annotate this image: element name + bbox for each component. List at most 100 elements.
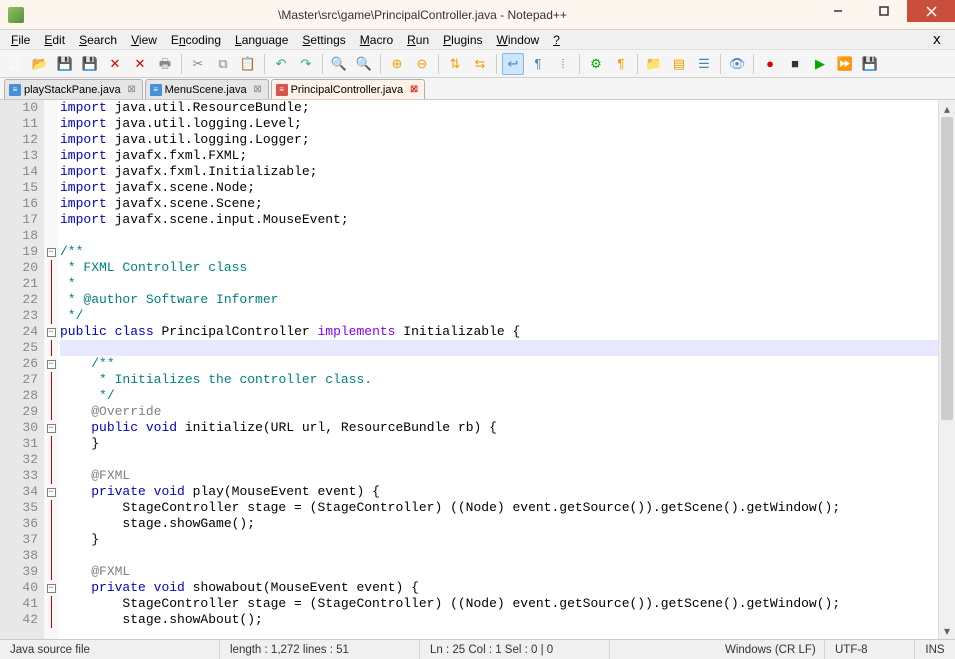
indent-guide-icon[interactable]: ⦙ <box>552 53 574 75</box>
code-line[interactable]: import javafx.scene.input.MouseEvent; <box>60 212 955 228</box>
code-line[interactable]: public void initialize(URL url, Resource… <box>60 420 955 436</box>
code-line[interactable]: import javafx.scene.Scene; <box>60 196 955 212</box>
code-line[interactable] <box>60 452 955 468</box>
menu-plugins[interactable]: Plugins <box>436 31 489 49</box>
zoom-in-icon[interactable]: ⊕ <box>386 53 408 75</box>
save-all-icon[interactable]: 💾 <box>79 53 101 75</box>
show-all-icon[interactable]: ¶ <box>527 53 549 75</box>
code-line[interactable]: /** <box>60 356 955 372</box>
scroll-down-icon[interactable]: ▾ <box>939 622 955 639</box>
code-line[interactable]: import java.util.ResourceBundle; <box>60 100 955 116</box>
fold-toggle-icon[interactable]: − <box>44 324 58 340</box>
print-icon[interactable]: 🖶 <box>154 53 176 75</box>
tab-playstackpane-java[interactable]: ≡playStackPane.java⊠ <box>4 79 143 99</box>
code-line[interactable]: import java.util.logging.Level; <box>60 116 955 132</box>
sync-v-icon[interactable]: ⇅ <box>444 53 466 75</box>
wrap-icon[interactable]: ↩ <box>502 53 524 75</box>
doc-map-icon[interactable]: ▤ <box>668 53 690 75</box>
line-number: 30 <box>0 420 42 436</box>
tab-close-icon[interactable]: ⊠ <box>252 84 264 96</box>
code-line[interactable] <box>60 228 955 244</box>
code-line[interactable]: import java.util.logging.Logger; <box>60 132 955 148</box>
code-line[interactable]: import javafx.scene.Node; <box>60 180 955 196</box>
code-line[interactable]: public class PrincipalController impleme… <box>60 324 955 340</box>
new-icon[interactable]: ◻ <box>4 53 26 75</box>
code-line[interactable]: /** <box>60 244 955 260</box>
menu-settings[interactable]: Settings <box>295 31 352 49</box>
code-line[interactable] <box>60 340 955 356</box>
sync-h-icon[interactable]: ⇆ <box>469 53 491 75</box>
tab-principalcontroller-java[interactable]: ≡PrincipalController.java⊠ <box>271 79 426 99</box>
tab-menuscene-java[interactable]: ≡MenuScene.java⊠ <box>145 79 269 99</box>
menu-edit[interactable]: Edit <box>37 31 72 49</box>
close-window-button[interactable] <box>907 0 955 22</box>
zoom-out-icon[interactable]: ⊖ <box>411 53 433 75</box>
code-line[interactable]: private void showabout(MouseEvent event)… <box>60 580 955 596</box>
code-line[interactable]: * <box>60 276 955 292</box>
code-line[interactable]: import javafx.fxml.Initializable; <box>60 164 955 180</box>
code-line[interactable]: StageController stage = (StageController… <box>60 500 955 516</box>
vertical-scrollbar[interactable]: ▴ ▾ <box>938 100 955 639</box>
minimize-button[interactable] <box>815 0 861 22</box>
scroll-thumb[interactable] <box>941 117 953 420</box>
code-line[interactable]: private void play(MouseEvent event) { <box>60 484 955 500</box>
code-editor[interactable]: import java.util.ResourceBundle;import j… <box>58 100 955 639</box>
code-line[interactable]: * FXML Controller class <box>60 260 955 276</box>
menu-view[interactable]: View <box>124 31 164 49</box>
save-icon[interactable]: 💾 <box>54 53 76 75</box>
fold-toggle-icon[interactable]: − <box>44 580 58 596</box>
replace-icon[interactable]: 🔍 <box>353 53 375 75</box>
code-line[interactable]: StageController stage = (StageController… <box>60 596 955 612</box>
eol-icon[interactable]: ¶ <box>610 53 632 75</box>
save-macro-icon[interactable]: 💾 <box>859 53 881 75</box>
redo-icon[interactable]: ↷ <box>295 53 317 75</box>
code-line[interactable]: @FXML <box>60 564 955 580</box>
code-line[interactable]: * @author Software Informer <box>60 292 955 308</box>
stop-icon[interactable]: ■ <box>784 53 806 75</box>
paste-icon[interactable]: 📋 <box>237 53 259 75</box>
find-icon[interactable]: 🔍 <box>328 53 350 75</box>
open-icon[interactable]: 📂 <box>29 53 51 75</box>
folder-icon[interactable]: 📁 <box>643 53 665 75</box>
menu-help[interactable]: ? <box>546 31 567 49</box>
func-list-icon[interactable]: ☰ <box>693 53 715 75</box>
copy-icon[interactable]: ⧉ <box>212 53 234 75</box>
monitor-icon[interactable]: 👁 <box>726 53 748 75</box>
close-all-icon[interactable]: ✕ <box>129 53 151 75</box>
code-line[interactable]: */ <box>60 308 955 324</box>
code-line[interactable]: } <box>60 436 955 452</box>
code-line[interactable]: stage.showGame(); <box>60 516 955 532</box>
code-line[interactable]: @FXML <box>60 468 955 484</box>
menu-file[interactable]: File <box>4 31 37 49</box>
code-line[interactable]: * Initializes the controller class. <box>60 372 955 388</box>
menu-encoding[interactable]: Encoding <box>164 31 228 49</box>
code-line[interactable] <box>60 548 955 564</box>
play-multi-icon[interactable]: ⏩ <box>834 53 856 75</box>
tab-close-icon[interactable]: ⊠ <box>126 84 138 96</box>
fold-toggle-icon[interactable]: − <box>44 356 58 372</box>
unsaved-icon[interactable]: ⊠ <box>408 84 420 96</box>
menu-macro[interactable]: Macro <box>353 31 400 49</box>
fold-toggle-icon[interactable]: − <box>44 244 58 260</box>
menu-run[interactable]: Run <box>400 31 436 49</box>
menu-language[interactable]: Language <box>228 31 295 49</box>
fold-toggle-icon[interactable]: − <box>44 484 58 500</box>
code-line[interactable]: stage.showAbout(); <box>60 612 955 628</box>
code-line[interactable]: import javafx.fxml.FXML; <box>60 148 955 164</box>
close-doc-button[interactable]: x <box>923 32 951 48</box>
record-icon[interactable]: ● <box>759 53 781 75</box>
maximize-button[interactable] <box>861 0 907 22</box>
code-line[interactable]: } <box>60 532 955 548</box>
scroll-up-icon[interactable]: ▴ <box>939 100 955 117</box>
undo-icon[interactable]: ↶ <box>270 53 292 75</box>
menu-window[interactable]: Window <box>490 31 547 49</box>
fold-line <box>44 372 58 388</box>
menu-search[interactable]: Search <box>72 31 124 49</box>
close-icon[interactable]: ✕ <box>104 53 126 75</box>
lang-icon[interactable]: ⚙ <box>585 53 607 75</box>
fold-toggle-icon[interactable]: − <box>44 420 58 436</box>
cut-icon[interactable]: ✂ <box>187 53 209 75</box>
code-line[interactable]: @Override <box>60 404 955 420</box>
code-line[interactable]: */ <box>60 388 955 404</box>
play-icon[interactable]: ▶ <box>809 53 831 75</box>
